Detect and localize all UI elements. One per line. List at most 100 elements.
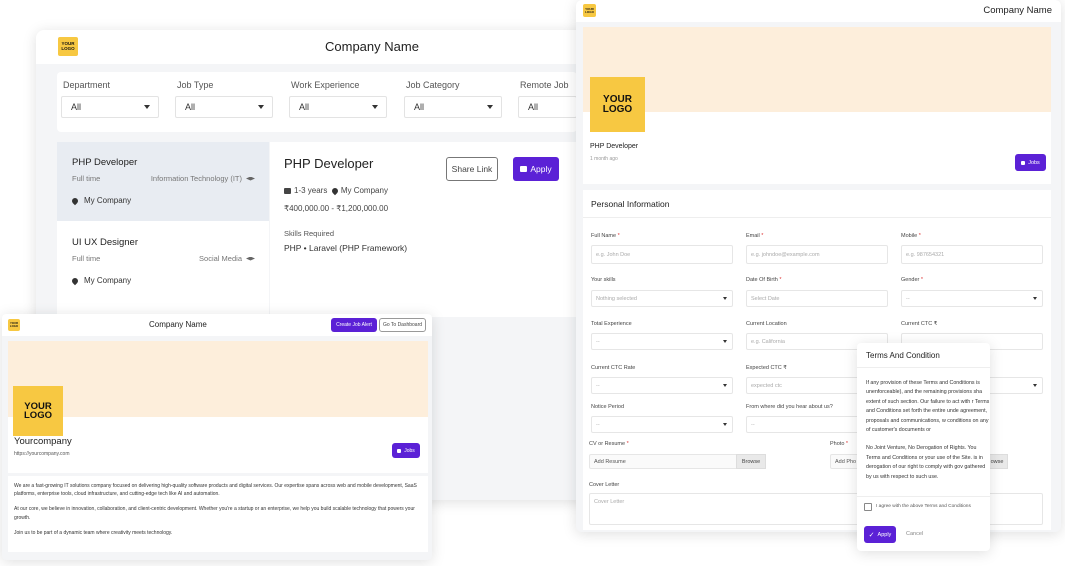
jobs-label: Jobs [404,447,415,454]
apply-label: Apply [530,164,552,174]
company-window: YOUR LOGO Company Name Create Job Alert … [2,314,432,560]
job-category-text: Information Technology (IT) [150,174,242,183]
notice-select[interactable]: -- [591,416,733,433]
mobile-label-text: Mobile [901,233,918,239]
total-exp-value: -- [596,338,600,345]
cv-label: CV or Resume * [589,441,629,447]
mobile-input[interactable]: e.g. 987654321 [901,245,1043,264]
divider [857,367,990,368]
dob-input[interactable]: Select Date [746,290,888,307]
about-paragraph: Join us to be part of a dynamic team whe… [14,529,173,536]
expected-ctc-placeholder: expected ctc [751,382,782,389]
job-category-select[interactable]: All [404,96,502,118]
company-text: My Company [340,186,388,195]
chevron-down-icon [723,422,727,426]
photo-label: Photo * [830,441,849,447]
chevron-down-icon [372,105,378,109]
company-logo-large: YOUR LOGO [13,386,63,436]
email-input[interactable]: e.g. johndoe@example.com [746,245,888,264]
remote-job-select[interactable]: All [518,96,577,118]
briefcase-icon [1021,160,1026,165]
cover-banner [8,341,428,417]
company-url[interactable]: https://yourcompany.com [14,451,70,457]
ctc-label: Current CTC ₹ [901,321,938,327]
divider [857,496,990,497]
modal-apply-button[interactable]: ✓ Apply [864,526,896,543]
about-paragraph: At our core, we believe in innovation, c… [14,506,415,521]
total-exp-select[interactable]: -- [591,333,733,350]
jobs-button[interactable]: Jobs [392,443,420,458]
about-section: We are a fast-growing IT solutions compa… [8,476,428,552]
job-list-item[interactable]: UI UX Designer Full time Social Media My… [57,222,269,301]
job-list: PHP Developer Full time Information Tech… [57,142,269,317]
job-company-text: My Company [84,196,132,205]
job-type-select[interactable]: All [175,96,273,118]
cover-letter-label: Cover Letter [589,482,620,488]
go-to-dashboard-button[interactable]: Go To Dashboard [379,318,426,332]
terms-modal: Terms And Condition If any provision of … [857,343,990,551]
share-link-button[interactable]: Share Link [446,157,498,181]
company-logo[interactable]: YOUR LOGO [8,319,20,331]
work-experience-value: All [299,102,310,112]
chevron-down-icon [1033,296,1037,300]
photo-placeholder: Add Pho [835,458,857,465]
chevron-down-icon [723,339,727,343]
terms-text[interactable]: If any provision of these Terms and Cond… [866,379,990,491]
terms-paragraph: If any provision of these Terms and Cond… [866,380,990,434]
department-value: All [71,102,82,112]
terms-paragraph: No Joint Venture, No Derogation of Right… [866,445,986,480]
jobs-button[interactable]: Jobs [1015,154,1046,171]
chevron-down-icon [723,383,727,387]
full-name-label: Full Name * [591,233,620,239]
job-type: Full time [72,254,101,263]
remote-job-value: All [528,102,539,112]
skills-value: Nothing selected [596,295,637,302]
dob-placeholder: Select Date [751,295,780,302]
location-pin-icon [70,276,80,286]
work-experience-select[interactable]: All [289,96,387,118]
full-name-label-text: Full Name [591,233,617,239]
job-category: Information Technology (IT) [151,174,255,183]
agree-label: I agree with the above Terms and Conditi… [876,504,971,509]
agree-checkbox[interactable] [864,503,872,511]
company-logo-large: YOUR LOGO [590,77,645,132]
skills-label: Your skills [591,277,616,283]
notice-value: -- [596,421,600,428]
modal-cancel-button[interactable]: Cancel [906,531,923,537]
ctc-rate-label: Current CTC Rate [591,365,636,371]
modal-title: Terms And Condition [866,351,940,360]
gender-label-text: Gender [901,277,920,283]
modal-apply-label: Apply [877,531,892,538]
expected-ctc-label: Expected CTC ₹ [746,365,787,371]
ctc-rate-value: -- [596,382,600,389]
company-logo[interactable]: YOUR LOGO [583,4,596,17]
apply-button[interactable]: Apply [513,157,559,181]
location-placeholder: e.g. California [751,338,785,345]
full-name-input[interactable]: e.g. John Doe [591,245,733,264]
briefcase-icon [520,166,528,172]
job-list-item[interactable]: PHP Developer Full time Information Tech… [57,142,269,221]
email-label: Email * [746,233,764,239]
heard-value: -- [751,421,755,428]
notice-label: Notice Period [591,404,625,410]
gender-select[interactable]: -- [901,290,1043,307]
divider [583,217,1051,218]
filter-label-job-type: Job Type [177,80,214,90]
cv-browse-button[interactable]: Browse [736,454,766,469]
company-header-card: YOUR LOGO PHP Developer 1 month ago Jobs [583,27,1051,184]
company-logo[interactable]: YOUR LOGO [58,37,78,56]
skills-select[interactable]: Nothing selected [591,290,733,307]
experience-text: 1-3 years [294,186,328,195]
job-type: Full time [72,174,101,183]
dob-label-text: Date Of Birth [746,277,778,283]
salary-range: ₹400,000.00 - ₹1,200,000.00 [284,204,389,213]
ctc-rate-select[interactable]: -- [591,377,733,394]
department-select[interactable]: All [61,96,159,118]
total-exp-label: Total Experience [591,321,632,327]
photo-label-text: Photo [830,441,845,447]
job-category-value: All [414,102,425,112]
job-title: PHP Developer [590,143,639,150]
chevron-down-icon [144,105,150,109]
create-job-alert-button[interactable]: Create Job Alert [331,318,377,332]
detail-meta: 1-3 years My Company [284,186,388,196]
